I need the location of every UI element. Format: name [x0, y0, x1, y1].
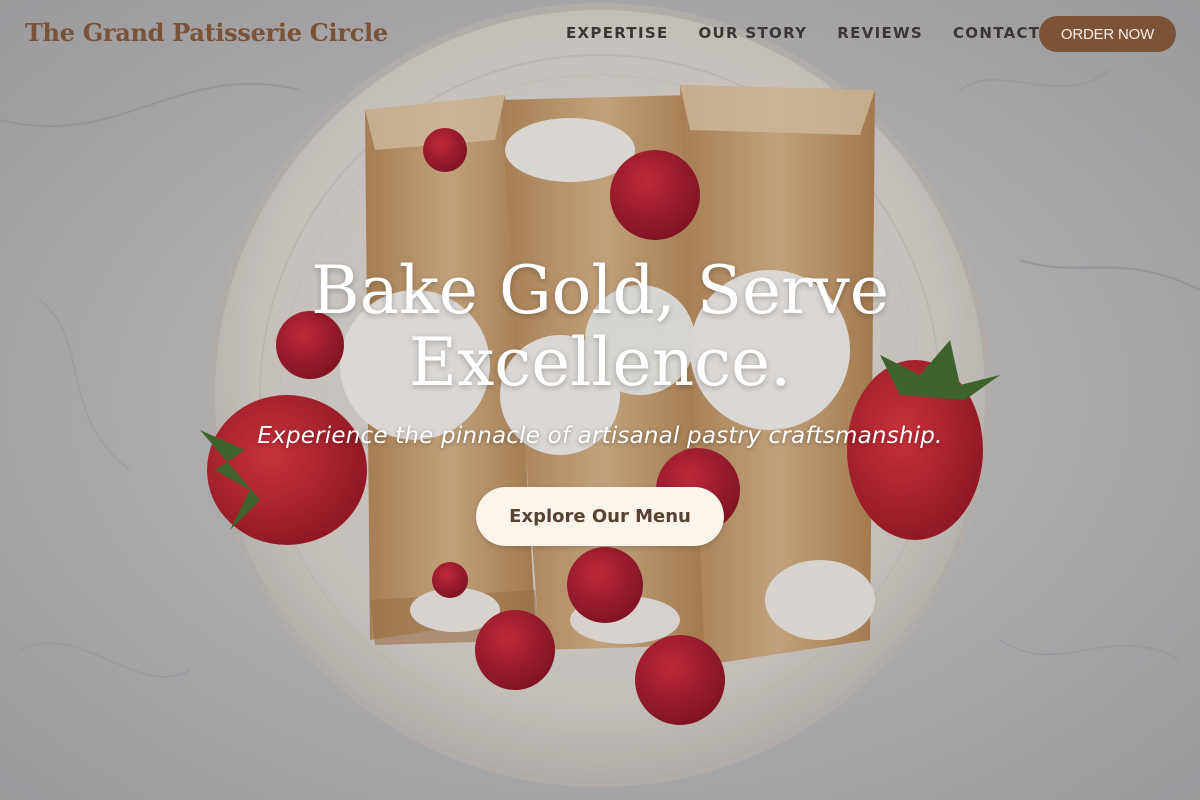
- brand-logo[interactable]: The Grand Patisserie Circle: [25, 18, 388, 47]
- main-nav: EXPERTISE OUR STORY REVIEWS CONTACT: [566, 24, 1070, 42]
- hero-headline-line1: Bake Gold, Serve: [311, 252, 889, 329]
- order-now-button[interactable]: ORDER NOW: [1039, 16, 1176, 52]
- hero-subheadline: Experience the pinnacle of artisanal pas…: [257, 423, 943, 449]
- nav-item-contact[interactable]: CONTACT: [953, 24, 1040, 42]
- nav-item-our-story[interactable]: OUR STORY: [699, 24, 808, 42]
- site-header: The Grand Patisserie Circle EXPERTISE OU…: [0, 0, 1200, 68]
- hero-headline-line2: Excellence.: [408, 324, 792, 401]
- nav-item-expertise[interactable]: EXPERTISE: [566, 24, 669, 42]
- explore-menu-button[interactable]: Explore Our Menu: [476, 487, 724, 546]
- nav-item-reviews[interactable]: REVIEWS: [837, 24, 923, 42]
- hero-headline: Bake Gold, Serve Excellence.: [200, 255, 1000, 399]
